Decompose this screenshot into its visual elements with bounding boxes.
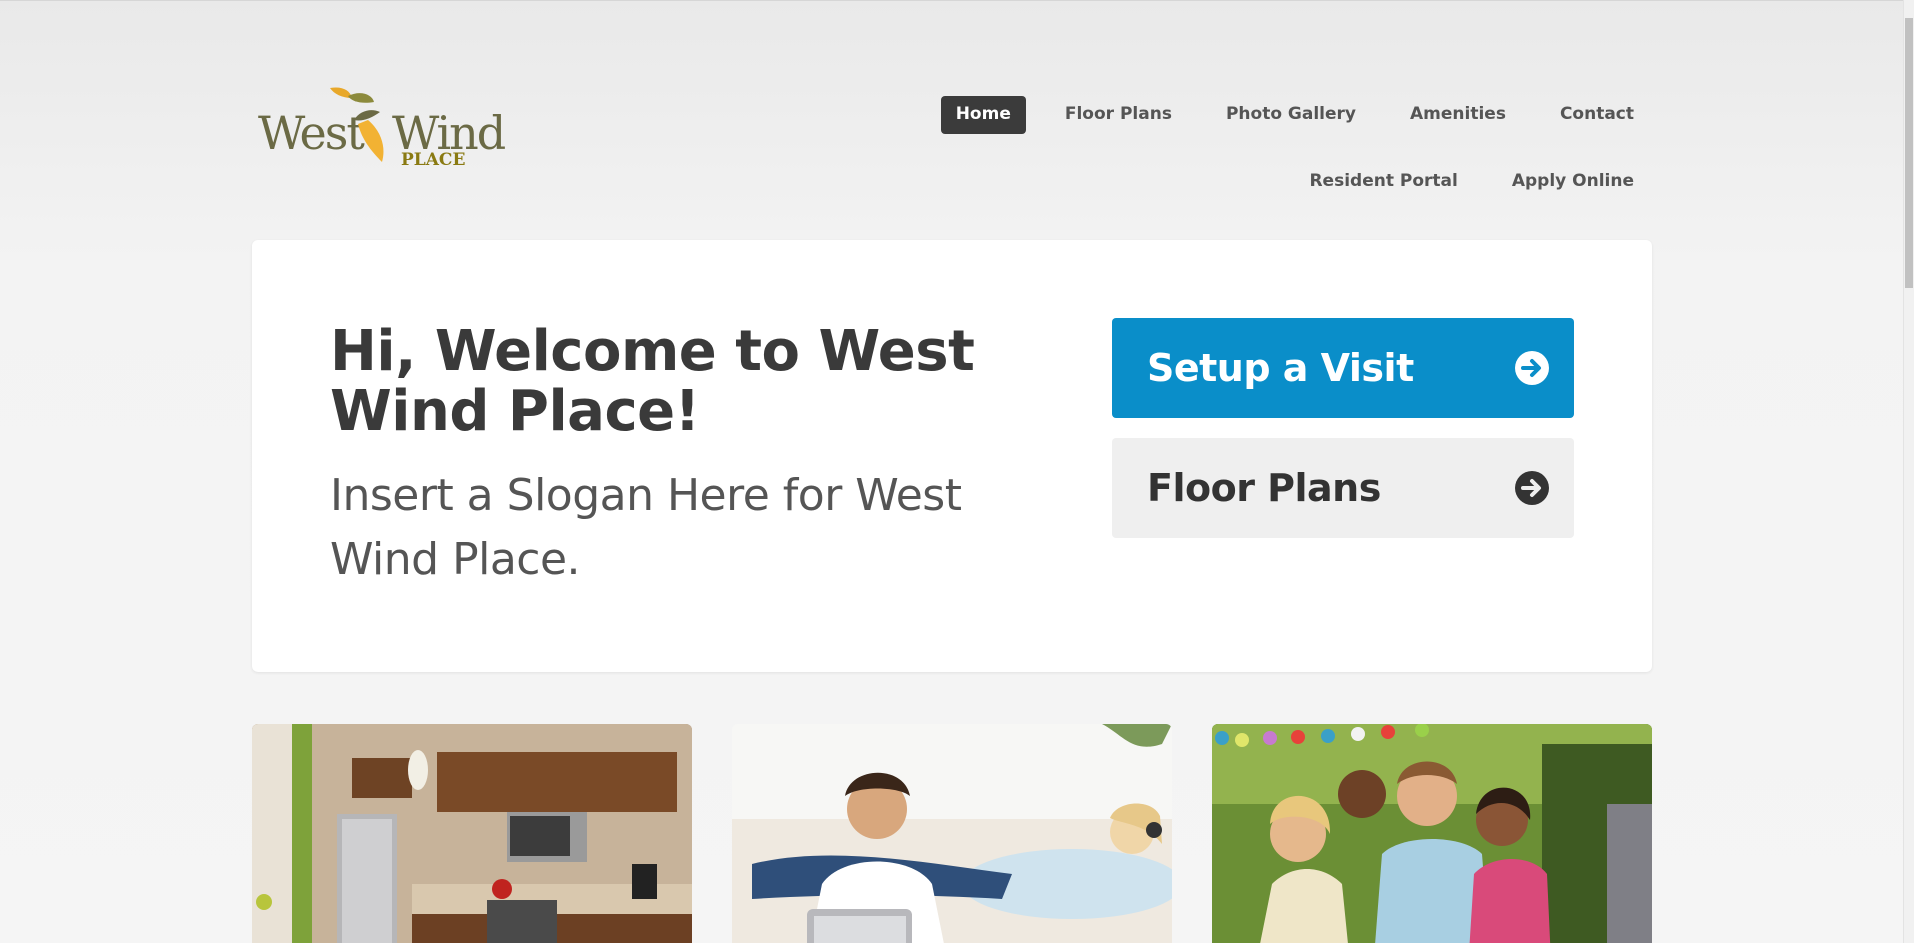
leaf-icon (330, 87, 384, 162)
floor-plans-label: Floor Plans (1147, 466, 1381, 510)
nav-home[interactable]: Home (940, 96, 1026, 134)
couple-illustration (732, 724, 1172, 943)
main-nav: Home Floor Plans Photo Gallery Amenities… (917, 96, 1649, 231)
setup-visit-button[interactable]: Setup a Visit (1112, 318, 1574, 418)
friends-party-photo[interactable] (1212, 724, 1652, 943)
vertical-scrollbar[interactable] (1903, 0, 1914, 943)
scrollbar-thumb[interactable] (1905, 18, 1913, 288)
top-divider (0, 0, 1904, 1)
hero-title: Hi, Welcome to West Wind Place! (330, 319, 975, 444)
setup-visit-label: Setup a Visit (1147, 346, 1414, 390)
arrow-circle-right-icon (1515, 471, 1549, 505)
nav-row-secondary: Resident Portal Apply Online (917, 163, 1649, 201)
nav-amenities[interactable]: Amenities (1395, 96, 1521, 134)
party-illustration (1212, 724, 1652, 943)
nav-apply-online[interactable]: Apply Online (1497, 163, 1649, 201)
floor-plans-button[interactable]: Floor Plans (1112, 438, 1574, 538)
page: West Wind PLACE Home Floor Plans Photo G… (0, 0, 1914, 943)
logo[interactable]: West Wind PLACE (258, 84, 508, 174)
kitchen-photo[interactable] (252, 724, 692, 943)
arrow-circle-right-icon (1515, 351, 1549, 385)
hero-slogan: Insert a Slogan Here for West Wind Place… (330, 470, 962, 585)
hero-card: Hi, Welcome to West Wind Place! Insert a… (252, 240, 1652, 672)
nav-photo-gallery[interactable]: Photo Gallery (1211, 96, 1371, 134)
nav-floor-plans[interactable]: Floor Plans (1050, 96, 1187, 134)
nav-row-primary: Home Floor Plans Photo Gallery Amenities… (917, 96, 1649, 134)
nav-resident-portal[interactable]: Resident Portal (1294, 163, 1472, 201)
kitchen-illustration (252, 724, 692, 943)
couple-relaxing-photo[interactable] (732, 724, 1172, 943)
logo-text-place: PLACE (401, 150, 466, 170)
nav-contact[interactable]: Contact (1545, 96, 1649, 134)
